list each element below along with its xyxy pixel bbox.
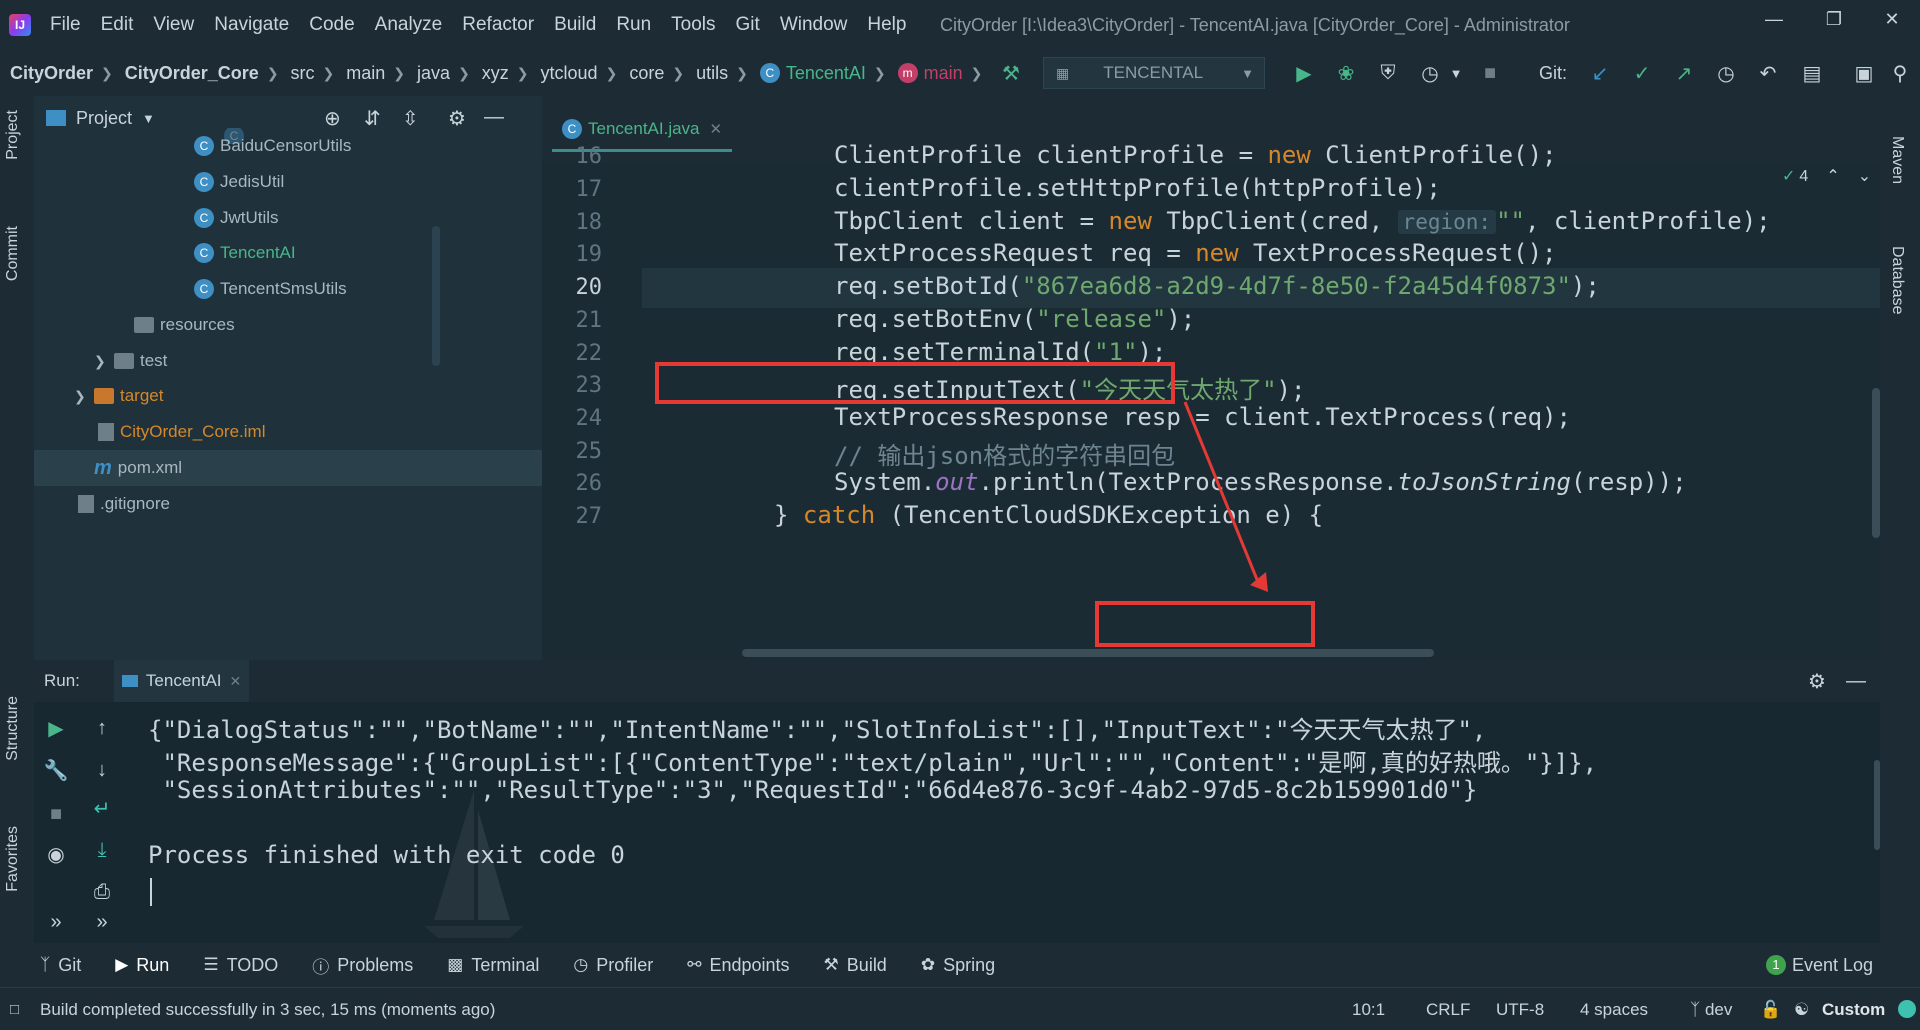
profiler-icon: ◷ bbox=[573, 955, 589, 974]
theme-indicator bbox=[1898, 1000, 1916, 1018]
tool-build[interactable]: ⚒ Build bbox=[824, 955, 887, 976]
play-icon: ▶ bbox=[115, 955, 129, 974]
theme-icon: ☯ bbox=[1794, 1000, 1810, 1019]
tool-profiler[interactable]: ◷ Profiler bbox=[573, 955, 653, 976]
tool-todo[interactable]: ☰ TODO bbox=[203, 955, 278, 976]
tool-terminal[interactable]: ▩ Terminal bbox=[447, 955, 539, 976]
file-encoding[interactable]: UTF-8 bbox=[1496, 988, 1544, 1030]
git-branch[interactable]: ᛉ dev bbox=[1690, 988, 1732, 1030]
tool-problems[interactable]: ⓘ Problems bbox=[312, 953, 413, 978]
status-message[interactable]: Build completed successfully in 3 sec, 1… bbox=[40, 988, 495, 1030]
status-bar: □ Build completed successfully in 3 sec,… bbox=[0, 987, 1920, 1030]
caret-position[interactable]: 10:1 bbox=[1352, 988, 1385, 1030]
build-status-icon[interactable]: □ bbox=[10, 988, 19, 1030]
indent-setting[interactable]: 4 spaces bbox=[1580, 988, 1648, 1030]
spring-icon: ✿ bbox=[920, 955, 936, 974]
branch-icon: ᛉ bbox=[1690, 1000, 1705, 1019]
line-separator[interactable]: CRLF bbox=[1426, 988, 1470, 1030]
annotation-arrow bbox=[1183, 401, 1268, 592]
endpoints-icon: ⚯ bbox=[687, 955, 702, 974]
tool-run[interactable]: ▶ Run bbox=[115, 955, 169, 976]
list-icon: ☰ bbox=[203, 955, 219, 974]
lock-icon[interactable]: 🔓 bbox=[1760, 988, 1781, 1030]
tool-spring[interactable]: ✿ Spring bbox=[921, 955, 995, 976]
hammer-icon: ⚒ bbox=[823, 955, 839, 974]
event-count-badge: 1 bbox=[1766, 955, 1786, 975]
bottom-tool-bar: ᛉ Git ▶ Run ☰ TODO ⓘ Problems ▩ Terminal ◷ Pro… bbox=[0, 943, 1920, 987]
tool-endpoints[interactable]: ⚯ Endpoints bbox=[687, 955, 789, 976]
tool-event-log[interactable]: 1 Event Log bbox=[1766, 955, 1873, 976]
tool-git[interactable]: ᛉ Git bbox=[40, 955, 81, 976]
branch-icon: ᛉ bbox=[40, 955, 51, 974]
info-icon: ⓘ bbox=[312, 957, 330, 977]
terminal-icon: ▩ bbox=[447, 955, 464, 974]
